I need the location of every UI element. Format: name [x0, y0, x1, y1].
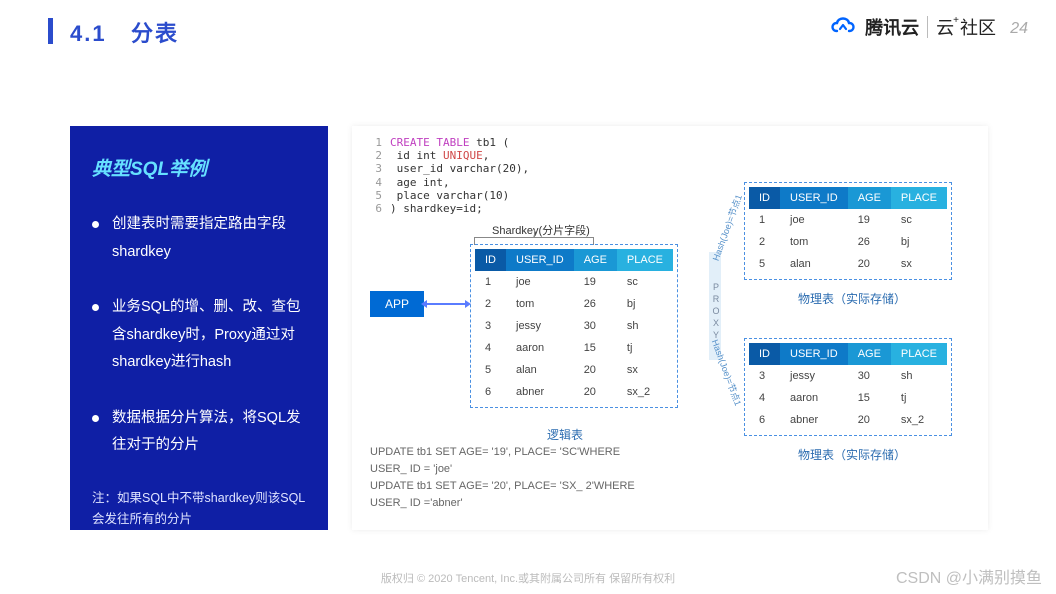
- table-row: 1joe19sc: [475, 271, 673, 293]
- table-row: 5alan20sx: [475, 359, 673, 381]
- phys-table-2-label: 物理表（实际存储）: [798, 446, 906, 463]
- table-header: USER_ID: [780, 187, 848, 209]
- section-name: 分表: [131, 21, 179, 46]
- tencent-cloud-icon: [829, 15, 857, 40]
- shardkey-stem: [534, 230, 535, 237]
- phys-table-1-wrap: IDUSER_IDAGEPLACE1joe19sc2tom26bj5alan20…: [744, 182, 952, 280]
- hash-label-1: Hash(Joe)=节点1: [709, 192, 745, 262]
- table-header: AGE: [574, 249, 617, 271]
- physical-table-2: IDUSER_IDAGEPLACE3jessy30sh4aaron15tj6ab…: [749, 343, 947, 431]
- sidebar-panel: 典型SQL举例 创建表时需要指定路由字段shardkey 业务SQL的增、删、改…: [70, 126, 328, 530]
- table-row: 1joe19sc: [749, 209, 947, 231]
- logo-divider: [927, 16, 928, 38]
- table-row: 3jessy30sh: [475, 315, 673, 337]
- community-text: 云+社区: [936, 14, 996, 40]
- table-row: 5alan20sx: [749, 253, 947, 275]
- table-header: ID: [749, 343, 780, 365]
- app-box: APP: [370, 291, 424, 317]
- table-row: 4aaron15tj: [749, 387, 947, 409]
- logic-table: IDUSER_IDAGEPLACE1joe19sc2tom26bj3jessy3…: [475, 249, 673, 403]
- table-header: PLACE: [891, 343, 947, 365]
- main-panel: 1CREATE TABLE tb1 ( 2 id int UNIQUE, 3 u…: [352, 126, 988, 530]
- phys-table-2-wrap: IDUSER_IDAGEPLACE3jessy30sh4aaron15tj6ab…: [744, 338, 952, 436]
- table-header: USER_ID: [506, 249, 574, 271]
- logic-table-wrap: IDUSER_IDAGEPLACE1joe19sc2tom26bj3jessy3…: [470, 244, 678, 408]
- logic-table-label: 逻辑表: [547, 426, 583, 443]
- sql-code-block: 1CREATE TABLE tb1 ( 2 id int UNIQUE, 3 u…: [370, 136, 529, 215]
- sidebar-title: 典型SQL举例: [92, 154, 308, 181]
- table-row: 2tom26bj: [749, 231, 947, 253]
- sidebar-list: 创建表时需要指定路由字段shardkey 业务SQL的增、删、改、查包含shar…: [92, 211, 308, 460]
- table-header: AGE: [848, 343, 891, 365]
- table-header: PLACE: [891, 187, 947, 209]
- table-header: ID: [749, 187, 780, 209]
- bullet-3: 数据根据分片算法，将SQL发往对于的分片: [92, 405, 308, 460]
- table-row: 6abner20sx_2: [475, 381, 673, 403]
- table-header: PLACE: [617, 249, 673, 271]
- shardkey-label: Shardkey(分片字段): [492, 222, 590, 238]
- title-accent-bar: [48, 18, 53, 44]
- table-row: 6abner20sx_2: [749, 409, 947, 431]
- physical-table-1: IDUSER_IDAGEPLACE1joe19sc2tom26bj5alan20…: [749, 187, 947, 275]
- page-number: 24: [1010, 20, 1028, 38]
- table-row: 3jessy30sh: [749, 365, 947, 387]
- bullet-1: 创建表时需要指定路由字段shardkey: [92, 211, 308, 266]
- section-number: 4.1: [70, 21, 107, 46]
- table-header: USER_ID: [780, 343, 848, 365]
- table-row: 2tom26bj: [475, 293, 673, 315]
- table-header: AGE: [848, 187, 891, 209]
- hash-label-2: Hash(Joe)=节点1: [709, 337, 745, 407]
- phys-table-1-label: 物理表（实际存储）: [798, 290, 906, 307]
- table-row: 4aaron15tj: [475, 337, 673, 359]
- section-title: 4.1 分表: [70, 16, 179, 48]
- app-arrow: [426, 303, 466, 305]
- sidebar-note: 注：如果SQL中不带shardkey则该SQL会发往所有的分片: [92, 488, 308, 531]
- table-header: ID: [475, 249, 506, 271]
- watermark: CSDN @小满别摸鱼: [896, 564, 1042, 588]
- tencent-cloud-text: 腾讯云: [865, 14, 919, 40]
- bullet-2: 业务SQL的增、删、改、查包含shardkey时，Proxy通过对shardke…: [92, 294, 308, 377]
- header-logos: 腾讯云 云+社区: [829, 14, 996, 40]
- update-statements: UPDATE tb1 SET AGE= '19', PLACE= 'SC'WHE…: [370, 444, 635, 512]
